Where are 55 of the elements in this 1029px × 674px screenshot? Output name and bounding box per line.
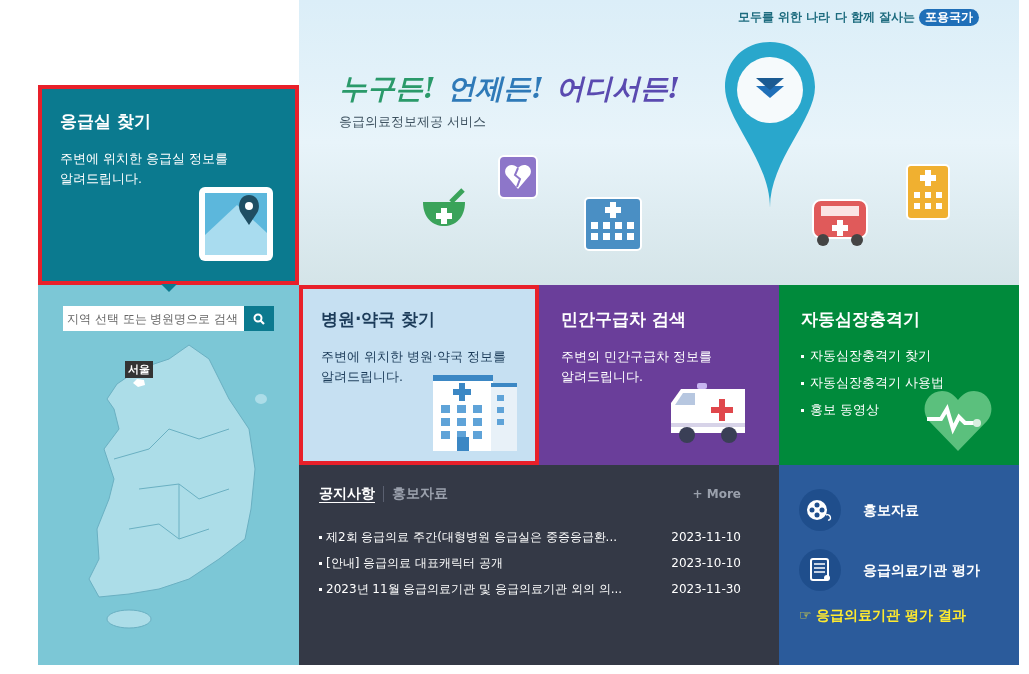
bullet-icon (319, 561, 322, 565)
slogan-text: 언제든! (447, 71, 544, 107)
hospital-building-icon (433, 375, 517, 451)
aed-link[interactable]: 자동심장충격기 사용법 (810, 373, 944, 393)
tagline: 모두를 위한 나라 다 함께 잘사는 (738, 9, 915, 26)
tile-description: 알려드립니다. (561, 367, 643, 386)
search-button[interactable] (244, 306, 274, 331)
aed-link[interactable]: 자동심장충격기 찾기 (810, 346, 931, 366)
bullet-icon (801, 381, 804, 385)
search-icon (253, 312, 265, 325)
tile-description: 주변에 위치한 응급실 정보를 (60, 149, 228, 168)
bullet-icon (319, 587, 322, 591)
notice-date: 2023-10-10 (671, 555, 741, 572)
panel-link[interactable]: 홍보자료 (799, 489, 919, 531)
bullet-icon (319, 535, 322, 539)
tile-title: 응급실 찾기 (60, 110, 152, 133)
slogan-text: 누구든! (339, 71, 436, 107)
notice-title[interactable]: [안내] 응급의료 대표캐릭터 공개 (326, 554, 503, 572)
tile-title: 병원·약국 찾기 (321, 308, 437, 331)
aed-link[interactable]: 홍보 동영상 (810, 400, 879, 420)
tile-description: 알려드립니다. (60, 169, 142, 188)
service-tile[interactable]: 자동심장충격기 자동심장충격기 찾기 자동심장충격기 사용법 홍보 동영상 (779, 285, 1019, 465)
bullet-icon (801, 354, 804, 358)
tile-description: 주변에 위치한 병원·약국 정보를 (321, 347, 506, 366)
emergency-room-tile[interactable]: 응급실 찾기 주변에 위치한 응급실 정보를 알려드립니다. (38, 85, 299, 285)
mortar-pestle-icon (421, 188, 467, 228)
tile-title: 민간구급차 검색 (561, 308, 687, 331)
notice-title[interactable]: 2023년 11월 응급의료기관 및 응급의료기관 외의 의... (326, 580, 623, 598)
region-label: 서울 (124, 361, 153, 378)
service-tile[interactable]: 민간구급차 검색 주변의 민간구급차 정보를 알려드립니다. (539, 285, 779, 465)
film-reel-icon (799, 489, 841, 531)
panel-link[interactable]: 응급의료기관 평가 (799, 549, 980, 591)
document-icon (799, 549, 841, 591)
building-icon (906, 164, 950, 220)
more-link[interactable]: + More (692, 484, 741, 503)
panel-link-label: 응급의료기관 평가 (863, 560, 980, 580)
tile-description: 주변의 민간구급차 정보를 (561, 347, 712, 366)
panel-link-label: 홍보자료 (863, 500, 919, 520)
notice-tab[interactable]: 공지사항 (319, 483, 375, 504)
notice-date: 2023-11-10 (671, 529, 741, 546)
notice-date: 2023-11-30 (671, 581, 741, 598)
search-field[interactable]: 지역 선택 또는 병원명으로 검색 (63, 306, 244, 331)
notice-tab[interactable]: 홍보자료 (392, 483, 448, 504)
bullet-icon (801, 408, 804, 412)
hero-subtitle: 응급의료정보제공 서비스 (339, 113, 487, 131)
slogan-text: 어디서든! (555, 71, 680, 107)
heart-pulse-icon (923, 389, 993, 453)
tagline-badge: 포용국가 (919, 8, 979, 26)
evaluation-result-link[interactable]: ☞ 응급의료기관 평가 결과 (799, 605, 967, 626)
map-pin-icon (197, 185, 275, 263)
service-tile[interactable]: 병원·약국 찾기 주변에 위치한 병원·약국 정보를 알려드립니다. (299, 285, 539, 465)
tile-title: 자동심장충격기 (801, 308, 921, 331)
pointer-triangle (161, 284, 177, 292)
notice-title[interactable]: 제2회 응급의료 주간(대형병원 응급실은 중증응급환... (326, 528, 618, 546)
tile-description: 알려드립니다. (321, 367, 403, 386)
